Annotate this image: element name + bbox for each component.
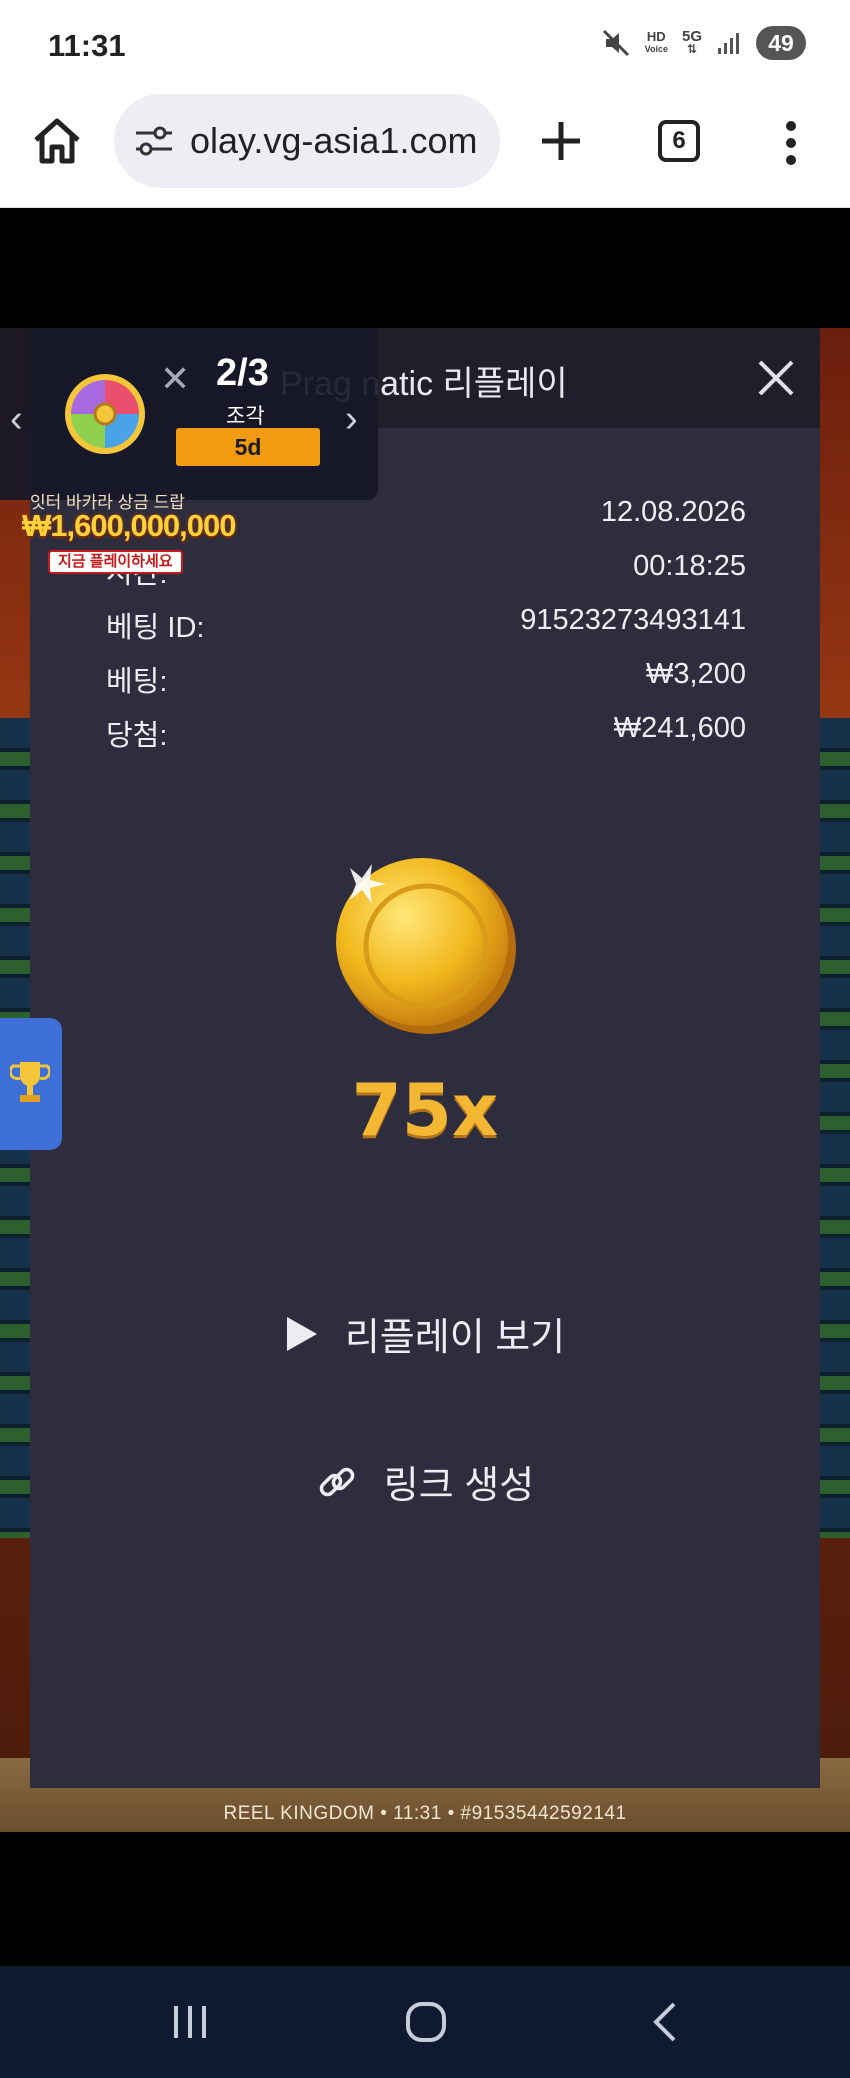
tabs-icon[interactable]: 6	[658, 120, 700, 162]
info-row-bet-id: 베팅 ID: 91523273493141	[106, 604, 746, 644]
trophy-icon	[10, 1062, 50, 1102]
voice-label: Voice	[644, 44, 668, 54]
home-nav-icon[interactable]	[404, 2000, 448, 2044]
play-icon	[286, 1316, 317, 1351]
create-link-button[interactable]: 링크 생성	[30, 1454, 820, 1509]
prize-wheel-icon[interactable]	[64, 373, 146, 455]
win-multiplier: 75x	[351, 1068, 499, 1152]
create-link-label: 링크 생성	[383, 1465, 535, 1507]
info-value: 12.08.2026	[600, 496, 746, 528]
promo-close-icon[interactable]: ✕	[160, 358, 190, 400]
mute-icon	[602, 29, 629, 57]
5g-icon: 5G ⇅	[681, 28, 702, 56]
hd-voice-icon: HD Voice	[644, 29, 668, 55]
url-text: olay.vg-asia1.com	[190, 120, 478, 161]
gold-coin-icon	[336, 858, 516, 1034]
address-bar[interactable]: olay.vg-asia1.com	[114, 94, 500, 188]
new-tab-icon[interactable]	[536, 116, 586, 166]
signal-icon	[718, 33, 739, 54]
info-label: 베팅:	[106, 666, 168, 698]
promo-widget: ‹ ✕ 2/3 조각 5d ›	[0, 328, 378, 500]
recent-apps-icon[interactable]	[168, 2000, 212, 2044]
game-footer-text: REEL KINGDOM • 11:31 • #91535442592141	[223, 1803, 627, 1824]
browser-toolbar: olay.vg-asia1.com 6	[0, 90, 850, 208]
promo-next-button[interactable]: ›	[345, 398, 358, 441]
promo-unit: 조각	[226, 405, 265, 428]
info-value: 00:18:25	[633, 550, 746, 582]
back-icon[interactable]	[644, 2000, 688, 2044]
info-row-win: 당첨: ₩241,600	[106, 712, 746, 752]
site-settings-icon[interactable]	[134, 124, 174, 158]
system-nav-bar	[0, 1966, 850, 2078]
home-icon[interactable]	[30, 114, 84, 168]
info-value: 91523273493141	[520, 604, 746, 636]
hd-label: HD	[646, 29, 666, 44]
jackpot-amount: ₩1,600,000,000	[22, 508, 237, 543]
status-bar: 11:31 HD Voice 5G ⇅ 49	[0, 0, 850, 90]
jackpot-banner[interactable]: 잇터 바카라 상금 드랍 ₩1,600,000,000 지금 플레이하세요	[22, 488, 237, 578]
promo-time-badge: 5d	[176, 428, 320, 466]
jackpot-play-now[interactable]: 지금 플레이하세요	[48, 550, 183, 574]
promo-prev-button[interactable]: ‹	[10, 398, 23, 441]
info-label: 당첨:	[106, 720, 168, 752]
reel-strip-right	[820, 718, 850, 1538]
close-icon[interactable]	[752, 354, 800, 402]
tournament-tab[interactable]	[0, 1018, 62, 1150]
info-label: 베팅 ID:	[106, 612, 205, 644]
link-icon	[319, 1467, 355, 1496]
info-value: ₩3,200	[646, 658, 746, 690]
status-time: 11:31	[48, 28, 126, 63]
promo-count: 2/3	[216, 352, 269, 394]
battery-icon: 49	[756, 26, 806, 60]
watch-replay-label: 리플레이 보기	[344, 1317, 566, 1359]
info-row-bet: 베팅: ₩3,200	[106, 658, 746, 698]
watch-replay-button[interactable]: 리플레이 보기	[30, 1306, 820, 1361]
more-menu-icon[interactable]	[776, 118, 806, 168]
status-icons: HD Voice 5G ⇅ 49	[601, 26, 806, 60]
info-value: ₩241,600	[613, 712, 746, 744]
